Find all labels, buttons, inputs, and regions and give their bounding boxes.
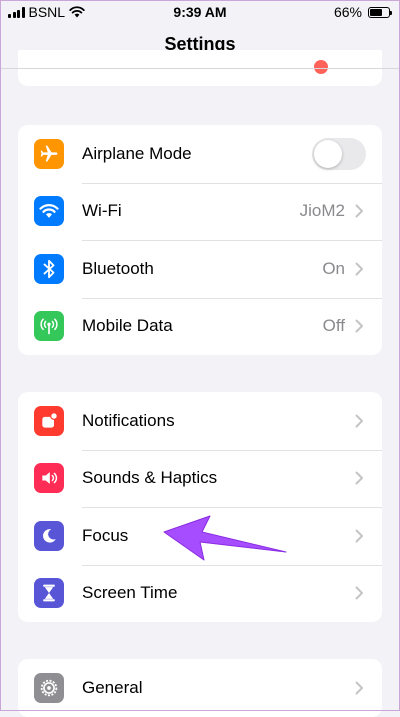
annotation-arrow-icon xyxy=(163,515,287,561)
toggle-knob xyxy=(314,139,342,168)
wifi-network-value: JioM2 xyxy=(299,201,345,221)
status-right: 66% xyxy=(333,4,392,20)
mobile-data-value: Off xyxy=(322,316,345,336)
chevron-right-icon xyxy=(355,586,363,600)
row-label: Airplane Mode xyxy=(82,143,192,163)
row-label: Bluetooth xyxy=(82,258,154,278)
status-bar: BSNL 9:39 AM 66% xyxy=(0,0,400,26)
moon-icon xyxy=(34,520,64,551)
antenna-icon xyxy=(34,311,64,342)
hourglass-icon xyxy=(34,578,64,609)
settings-group-notifications: Notifications Sounds & Haptics Focus Scr… xyxy=(18,392,382,622)
row-label: Mobile Data xyxy=(82,316,173,336)
row-airplane-mode[interactable]: Airplane Mode xyxy=(18,125,382,183)
row-mobile-data[interactable]: Mobile Data Off xyxy=(18,297,382,356)
row-sounds-haptics[interactable]: Sounds & Haptics xyxy=(18,449,382,508)
row-label: Screen Time xyxy=(82,583,178,603)
chevron-right-icon xyxy=(355,681,363,695)
battery-icon xyxy=(368,6,392,18)
row-wifi[interactable]: Wi-Fi JioM2 xyxy=(18,182,382,241)
row-bluetooth[interactable]: Bluetooth On xyxy=(18,240,382,298)
chevron-right-icon xyxy=(355,319,363,333)
row-notifications[interactable]: Notifications xyxy=(18,392,382,450)
row-label: General xyxy=(82,677,143,697)
bluetooth-status-value: On xyxy=(322,258,345,278)
gear-icon xyxy=(34,672,64,703)
row-general[interactable]: General xyxy=(18,659,382,717)
chevron-right-icon xyxy=(355,414,363,428)
row-label: Wi-Fi xyxy=(82,201,122,221)
speaker-icon xyxy=(34,463,64,494)
settings-group-general: General xyxy=(18,659,382,717)
wifi-icon xyxy=(34,196,64,227)
settings-group-connectivity: Airplane Mode Wi-Fi JioM2 Bluetooth On M… xyxy=(18,125,382,355)
airplane-icon xyxy=(34,138,64,169)
nav-divider xyxy=(0,68,400,69)
chevron-right-icon xyxy=(355,529,363,543)
bluetooth-icon xyxy=(34,253,64,284)
battery-percent: 66% xyxy=(333,4,362,20)
chevron-right-icon xyxy=(355,471,363,485)
row-screen-time[interactable]: Screen Time xyxy=(18,564,382,623)
row-label: Notifications xyxy=(82,410,175,430)
notification-badge xyxy=(314,60,328,74)
chevron-right-icon xyxy=(355,204,363,218)
row-label: Sounds & Haptics xyxy=(82,468,218,488)
airplane-mode-toggle[interactable] xyxy=(312,137,366,170)
notifications-icon xyxy=(34,405,64,436)
chevron-right-icon xyxy=(355,262,363,276)
